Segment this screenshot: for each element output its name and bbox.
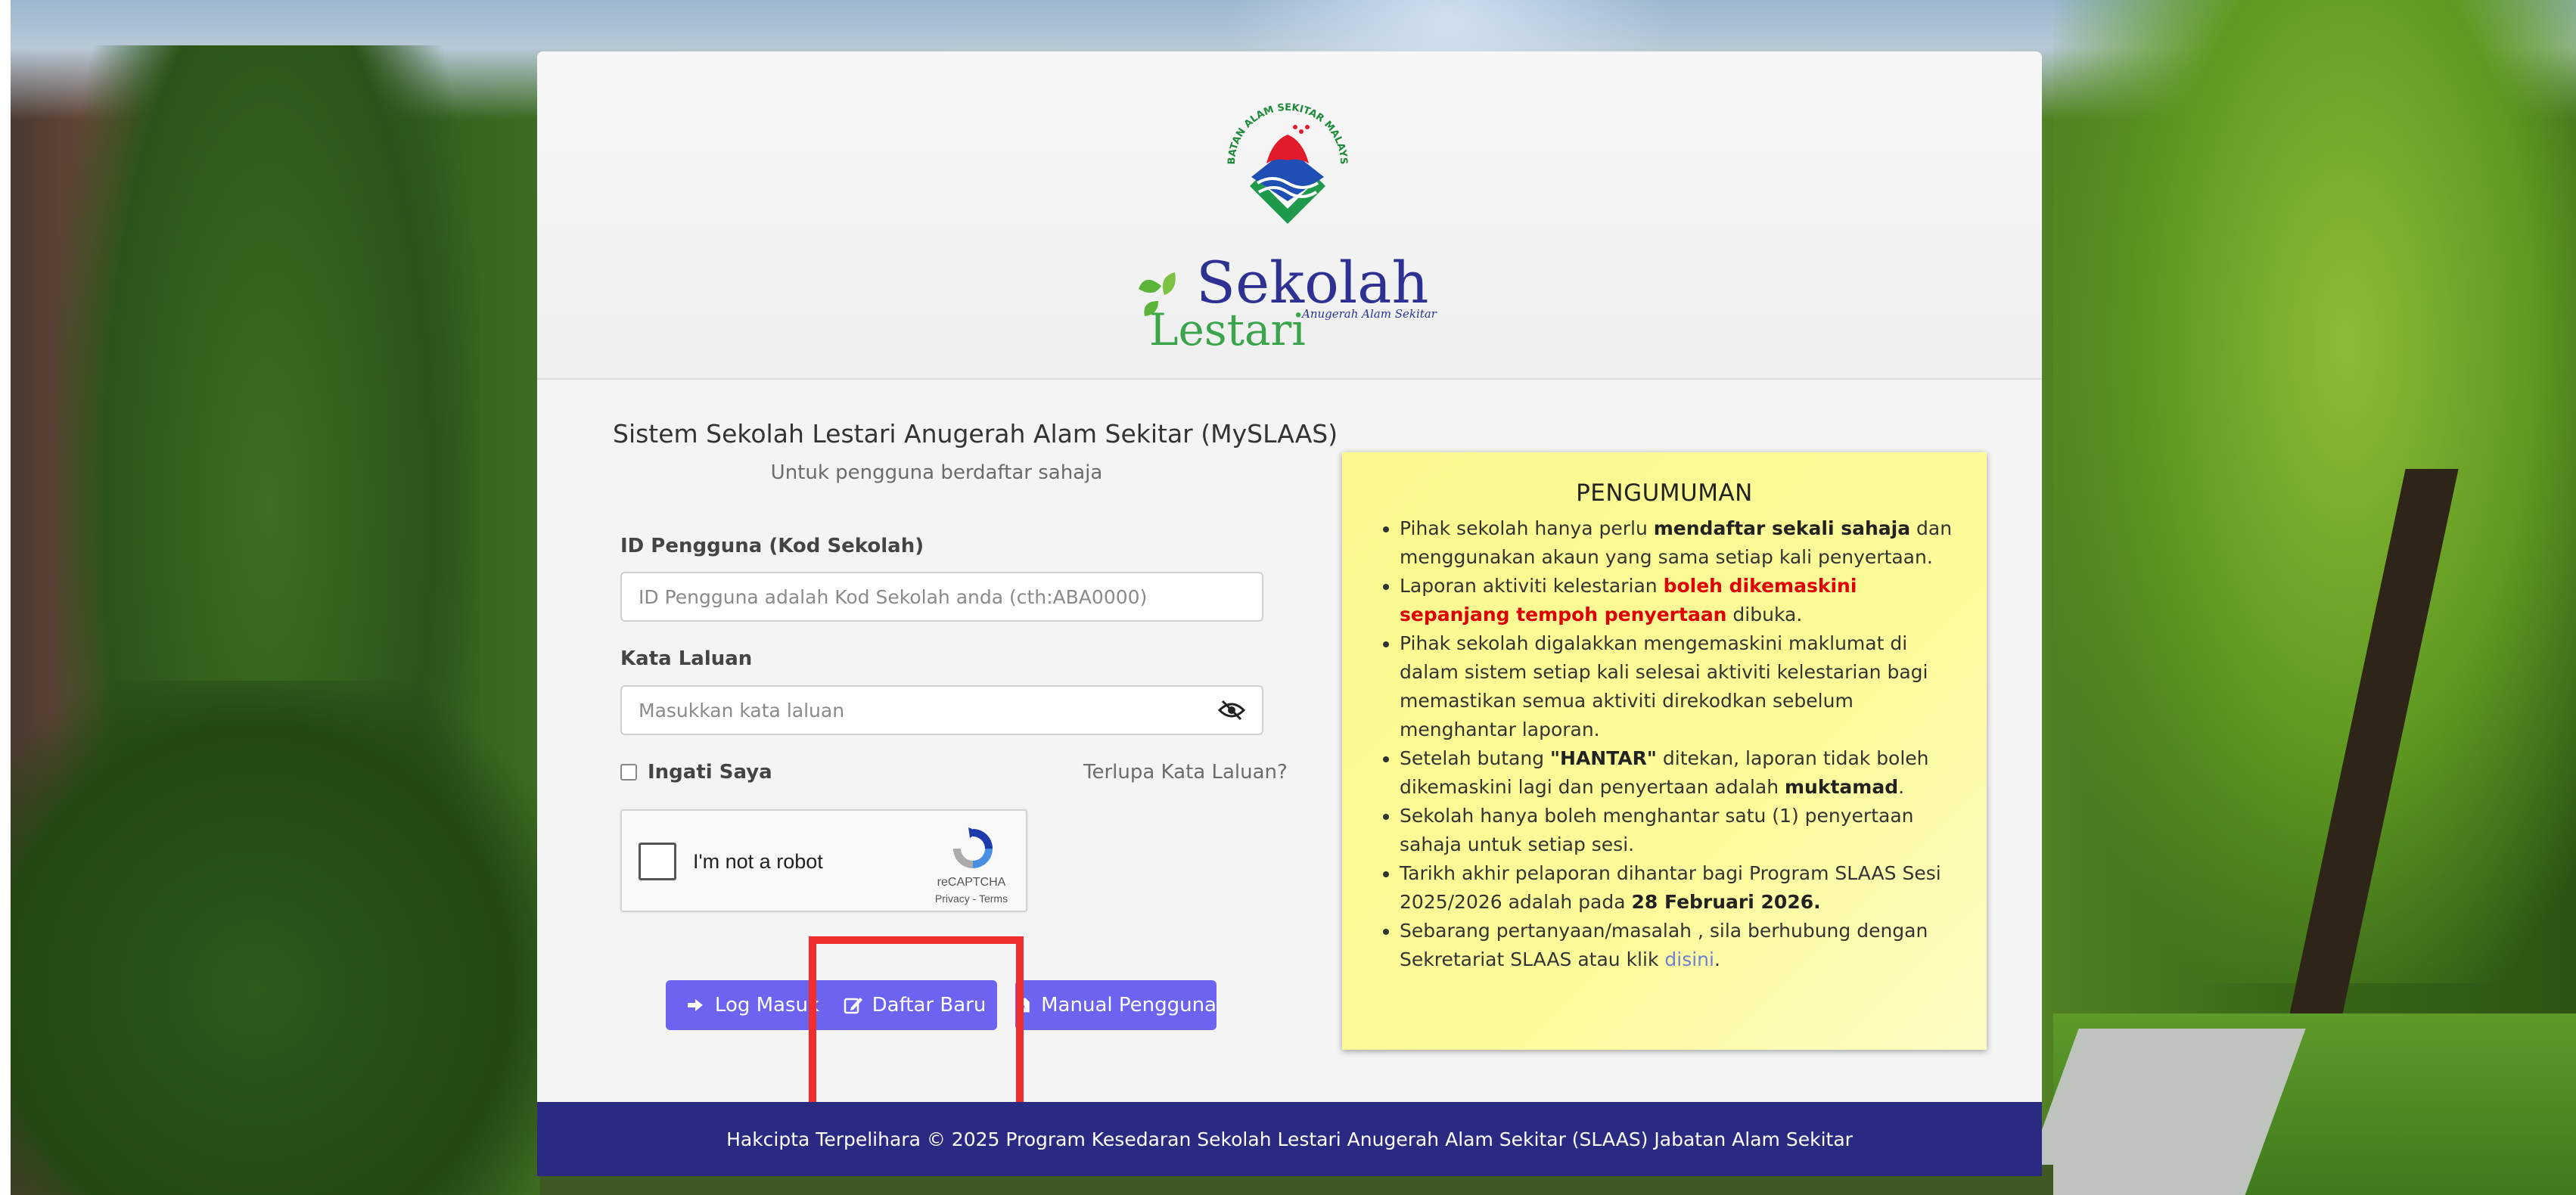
announcement-list: Pihak sekolah hanya perlu mendaftar seka… bbox=[1372, 514, 1956, 974]
card-header: JABATAN ALAM SEKITAR MALAYSIA Sekolah Le… bbox=[537, 51, 2042, 380]
sekolah-lestari-logo: Sekolah Lestari Anugerah Alam Sekitar bbox=[1139, 249, 1437, 355]
announcement-item: Pihak sekolah hanya perlu mendaftar seka… bbox=[1400, 514, 1956, 572]
page-title: Sistem Sekolah Lestari Anugerah Alam Sek… bbox=[613, 419, 1338, 449]
manual-button-label: Manual Pengguna bbox=[1041, 994, 1217, 1017]
announcement-title: PENGUMUMAN bbox=[1576, 480, 1753, 507]
recaptcha-label: I'm not a robot bbox=[693, 850, 823, 873]
announcement-item: Laporan aktiviti kelestarian boleh dikem… bbox=[1400, 572, 1956, 629]
remember-label: Ingati Saya bbox=[648, 761, 772, 784]
jas-logo: JABATAN ALAM SEKITAR MALAYSIA bbox=[1212, 88, 1349, 224]
recaptcha-checkbox[interactable] bbox=[639, 843, 676, 880]
recaptcha-links[interactable]: Privacy - Terms bbox=[918, 892, 1024, 905]
sign-in-icon bbox=[687, 999, 703, 1011]
logo-tagline: Anugerah Alam Sekitar bbox=[1300, 307, 1437, 321]
announcement-item: Sekolah hanya boleh menghantar satu (1) … bbox=[1400, 802, 1956, 859]
recaptcha-icon bbox=[953, 827, 993, 868]
footer: Hakcipta Terpelihara © 2025 Program Kese… bbox=[537, 1102, 2042, 1176]
manual-button[interactable]: Manual Pengguna bbox=[1015, 980, 1217, 1030]
login-card: JABATAN ALAM SEKITAR MALAYSIA Sekolah Le… bbox=[537, 51, 2042, 1176]
page-subtitle: Untuk pengguna berdaftar sahaja bbox=[770, 461, 1103, 484]
contact-link[interactable]: disini bbox=[1664, 948, 1714, 970]
recaptcha-widget: I'm not a robot reCAPTCHA Privacy - Term… bbox=[620, 809, 1027, 912]
forgot-password-link[interactable]: Terlupa Kata Laluan? bbox=[1083, 761, 1288, 784]
announcement-item: Setelah butang "HANTAR" ditekan, laporan… bbox=[1400, 744, 1956, 802]
login-button-label: Log Masuk bbox=[714, 994, 820, 1017]
password-label: Kata Laluan bbox=[620, 647, 753, 670]
announcement-panel: PENGUMUMAN Pihak sekolah hanya perlu men… bbox=[1342, 452, 1987, 1050]
logo-word-lestari: Lestari bbox=[1149, 304, 1306, 355]
recaptcha-brand: reCAPTCHA bbox=[937, 876, 1006, 889]
announcement-item: Pihak sekolah digalakkan mengemaskini ma… bbox=[1400, 629, 1956, 744]
user-id-input[interactable] bbox=[620, 572, 1263, 622]
eye-slash-icon[interactable] bbox=[1218, 700, 1245, 721]
user-id-label: ID Pengguna (Kod Sekolah) bbox=[620, 535, 924, 557]
announcement-item: Sebarang pertanyaan/masalah , sila berhu… bbox=[1400, 917, 1956, 974]
password-input[interactable] bbox=[620, 685, 1263, 735]
footer-text: Hakcipta Terpelihara © 2025 Program Kese… bbox=[726, 1128, 1853, 1150]
remember-me[interactable]: Ingati Saya bbox=[620, 761, 772, 784]
announcement-item: Tarikh akhir pelaporan dihantar bagi Pro… bbox=[1400, 859, 1956, 917]
remember-checkbox[interactable] bbox=[620, 764, 637, 781]
